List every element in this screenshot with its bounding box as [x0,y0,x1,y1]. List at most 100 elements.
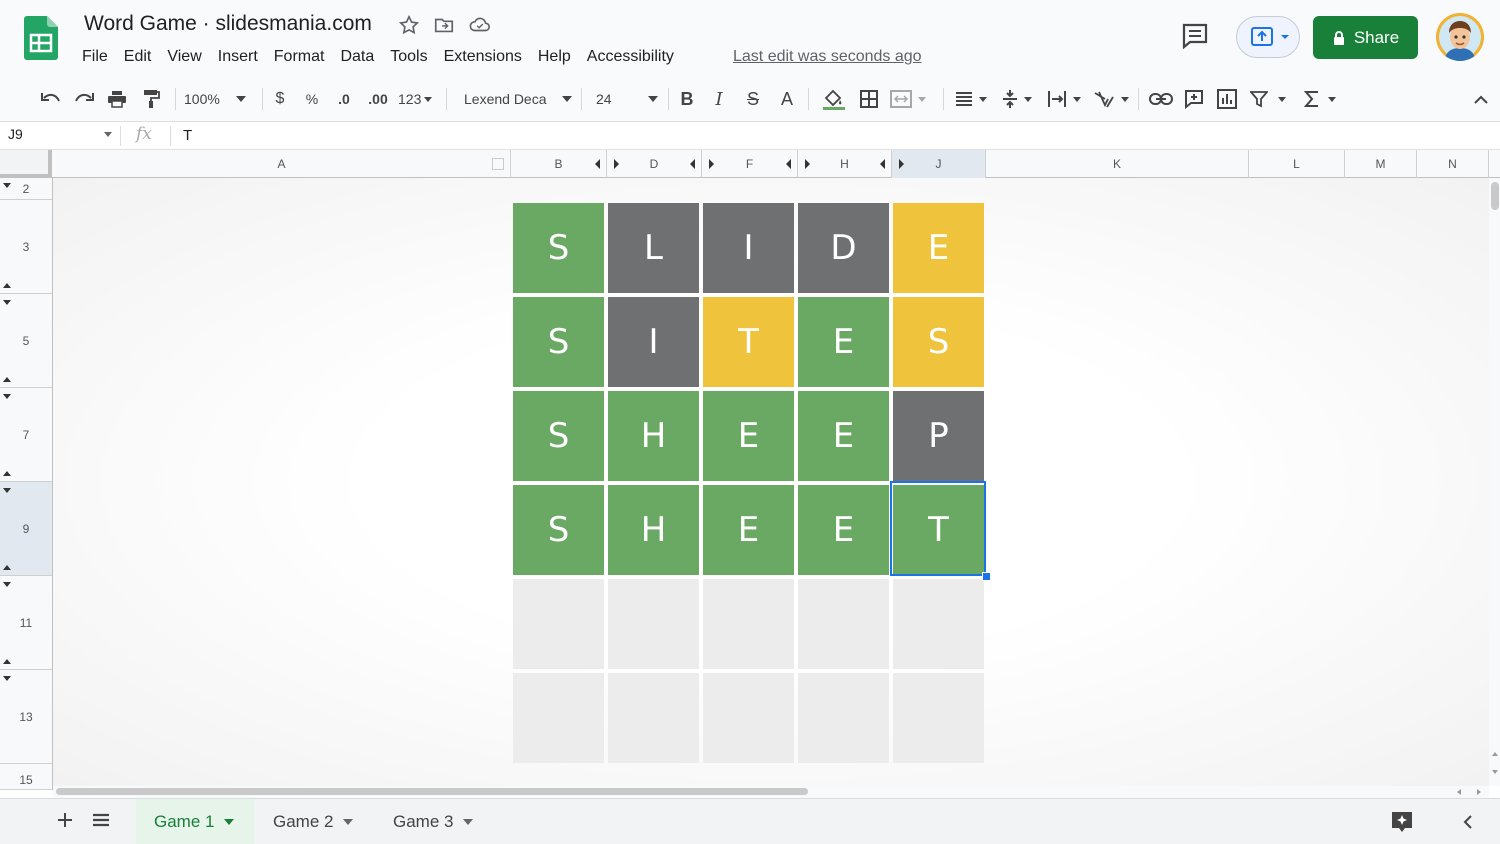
percent-format-button[interactable]: % [302,86,322,112]
menu-accessibility[interactable]: Accessibility [579,46,682,68]
bold-button[interactable]: B [677,86,697,112]
hidden-column-arrows-icon[interactable] [877,158,907,170]
star-icon[interactable] [398,14,420,36]
filter-button[interactable] [1250,86,1296,112]
italic-button[interactable]: I [709,86,729,112]
sheet-tab-game-2[interactable]: Game 2 [255,799,373,844]
menu-data[interactable]: Data [332,46,382,68]
column-header-m[interactable]: M [1345,150,1417,178]
share-button[interactable]: Share [1313,16,1418,59]
row-header-11[interactable]: 11 [0,576,52,670]
scroll-arrows-icon[interactable] [1452,787,1486,797]
filter-dropdown-icon[interactable] [492,158,504,170]
zoom-select[interactable]: 100% [184,86,254,112]
letter-tile[interactable]: D [798,203,889,293]
menu-file[interactable]: File [82,46,116,68]
hidden-row-arrow-icon[interactable] [2,182,14,190]
text-wrap-button[interactable] [1047,86,1085,112]
empty-tile[interactable] [703,579,794,669]
vertical-scroll-thumb[interactable] [1491,182,1499,210]
font-family-select[interactable]: Lexend Deca [464,86,572,112]
menu-format[interactable]: Format [266,46,333,68]
text-color-button[interactable]: A [777,86,797,112]
menu-insert[interactable]: Insert [210,46,266,68]
fill-color-icon[interactable] [820,86,846,112]
avatar[interactable] [1436,13,1484,61]
document-title[interactable]: Word Game · slidesmania.com [84,12,372,36]
letter-tile[interactable]: H [608,485,699,575]
more-formats-button[interactable]: 123 [398,86,436,112]
collapse-side-panel-icon[interactable] [1462,814,1474,835]
column-header-l[interactable]: L [1249,150,1345,178]
horizontal-align-button[interactable] [955,86,991,112]
print-icon[interactable] [104,86,130,112]
empty-tile[interactable] [893,579,984,669]
merge-cells-button[interactable] [890,86,934,112]
letter-tile[interactable]: E [703,485,794,575]
present-button[interactable] [1236,16,1300,58]
move-folder-icon[interactable] [433,14,455,36]
letter-tile[interactable]: P [893,391,984,481]
select-all-corner[interactable] [0,150,52,178]
column-header-a[interactable]: A [53,150,511,178]
formula-input[interactable]: T [183,127,192,144]
hidden-column-arrows-icon[interactable] [687,158,717,170]
menu-tools[interactable]: Tools [382,46,435,68]
sheets-logo-icon[interactable] [24,16,58,60]
vertical-scrollbar[interactable] [1489,178,1500,786]
row-header-13[interactable]: 13 [0,670,52,764]
add-sheet-icon[interactable] [54,809,76,836]
row-header-9[interactable]: 9 [0,482,52,576]
last-edit-link[interactable]: Last edit was seconds ago [733,46,922,68]
row-header-5[interactable]: 5 [0,294,52,388]
insert-chart-icon[interactable] [1215,86,1239,112]
sheet-tab-game-1[interactable]: Game 1 [136,799,254,844]
empty-tile[interactable] [608,579,699,669]
insert-comment-icon[interactable] [1182,86,1206,112]
empty-tile[interactable] [893,673,984,763]
letter-tile[interactable]: S [513,203,604,293]
letter-tile[interactable]: H [608,391,699,481]
font-size-select[interactable]: 24 [596,86,658,112]
column-header-n[interactable]: N [1417,150,1489,178]
menu-edit[interactable]: Edit [116,46,160,68]
cloud-status-icon[interactable] [468,14,490,36]
hidden-row-arrows-icon[interactable] [2,657,14,683]
increase-decimal-button[interactable]: .00 [364,86,392,112]
letter-tile[interactable]: T [703,297,794,387]
hidden-column-arrows-icon[interactable] [592,158,622,170]
horizontal-scroll-thumb[interactable] [56,788,808,795]
menu-extensions[interactable]: Extensions [436,46,530,68]
letter-tile[interactable]: I [703,203,794,293]
menu-view[interactable]: View [159,46,209,68]
comment-history-icon[interactable] [1180,22,1216,52]
decrease-decimal-button[interactable]: .0 [332,86,356,112]
letter-tile[interactable]: E [798,297,889,387]
explore-icon[interactable] [1390,810,1414,839]
empty-tile[interactable] [608,673,699,763]
letter-tile[interactable]: E [798,391,889,481]
letter-tile[interactable]: L [608,203,699,293]
vertical-align-button[interactable] [1002,86,1038,112]
currency-format-button[interactable]: $ [270,86,290,112]
column-header-k[interactable]: K [986,150,1249,178]
fill-handle[interactable] [982,572,991,581]
letter-tile[interactable]: E [703,391,794,481]
row-header-3[interactable]: 3 [0,200,52,294]
empty-tile[interactable] [798,673,889,763]
letter-tile[interactable]: S [513,485,604,575]
letter-tile[interactable]: E [893,203,984,293]
redo-icon[interactable] [71,86,97,112]
empty-tile[interactable] [513,673,604,763]
text-rotation-button[interactable] [1093,86,1131,112]
row-header-7[interactable]: 7 [0,388,52,482]
letter-tile[interactable]: S [513,391,604,481]
sheet-tab-game-3[interactable]: Game 3 [375,799,493,844]
hidden-column-arrows-icon[interactable] [783,158,813,170]
functions-button[interactable] [1304,86,1340,112]
letter-tile[interactable]: I [608,297,699,387]
collapse-toolbar-icon[interactable] [1470,86,1492,112]
row-header-15[interactable]: 15 [0,770,52,790]
letter-tile[interactable]: S [513,297,604,387]
letter-tile[interactable]: E [798,485,889,575]
